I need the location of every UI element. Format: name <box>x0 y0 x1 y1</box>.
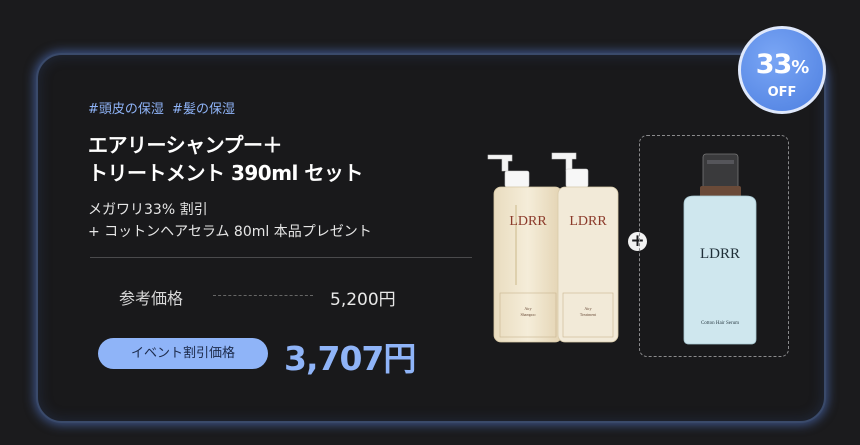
shampoo-brand: LDRR <box>509 214 547 229</box>
description-line: + コットンヘアセラム 80ml 本品プレゼント <box>88 224 372 240</box>
treatment-name-line1: Airy <box>584 306 591 311</box>
product-title: エアリーシャンプー＋ トリートメント 390ml セット <box>88 131 363 187</box>
shampoo-treatment-image: LDRR Airy Shampoo LDRR Airy Treatment <box>487 152 619 343</box>
product-title-line: エアリーシャンプー＋ <box>88 133 282 157</box>
event-price-value: 3,707円 <box>284 339 416 378</box>
treatment-name-line2: Treatment <box>580 312 597 317</box>
reference-price-label: 参考価格 <box>119 289 184 308</box>
shampoo-name-line2: Shampoo <box>520 312 535 317</box>
treatment-bottle: LDRR Airy Treatment <box>551 152 619 343</box>
gift-product-box: LDRR Cotton Hair Serum <box>639 135 789 357</box>
divider <box>90 257 472 258</box>
discount-percent: 33 <box>755 49 793 80</box>
discount-off-label: OFF <box>767 85 797 100</box>
description-line: メガワリ33% 割引 <box>88 202 208 218</box>
discount-percent-sign: % <box>791 57 809 78</box>
product-description: メガワリ33% 割引 + コットンヘアセラム 80ml 本品プレゼント <box>88 199 372 243</box>
serum-bottle-image: LDRR Cotton Hair Serum <box>683 153 757 345</box>
serum-brand: LDRR <box>700 246 740 262</box>
treatment-brand: LDRR <box>569 214 607 229</box>
hashtag: #頭皮の保湿 <box>88 102 164 117</box>
shampoo-bottle: LDRR Airy Shampoo <box>487 154 563 343</box>
product-title-line: トリートメント 390ml セット <box>88 161 363 185</box>
serum-name: Cotton Hair Serum <box>701 321 739 326</box>
hashtag: #髪の保湿 <box>172 102 235 117</box>
event-price-label: イベント割引価格 <box>98 338 268 369</box>
reference-price-value: 5,200円 <box>330 290 396 310</box>
discount-badge: 33% OFF <box>738 26 826 114</box>
hashtag-list: #頭皮の保湿 #髪の保湿 <box>88 98 239 117</box>
price-leader-line <box>213 295 313 296</box>
shampoo-name-line1: Airy <box>524 306 531 311</box>
